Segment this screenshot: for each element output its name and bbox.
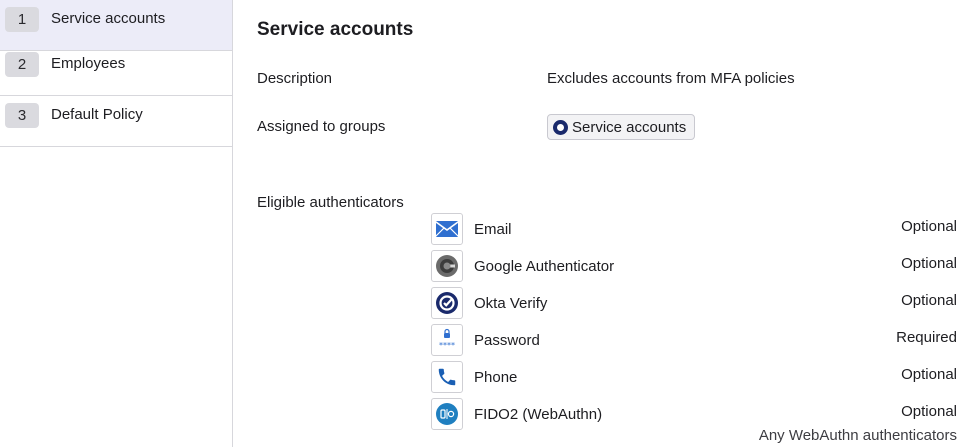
description-label: Description [257, 70, 333, 87]
fido2-note: Any WebAuthn authenticators [758, 427, 957, 444]
authenticator-name: Password [474, 332, 540, 349]
authenticator-status: Optional [901, 403, 957, 420]
okta-verify-icon [431, 287, 463, 319]
authenticator-status: Required [896, 329, 957, 346]
sidebar-item-label: Employees [51, 55, 126, 72]
authenticator-row-phone: Phone Optional [431, 361, 966, 395]
authenticator-status: Optional [901, 292, 957, 309]
policy-sidebar: 1 Service accounts 2 Employees 3 Default… [0, 0, 233, 447]
sidebar-item-default-policy[interactable]: 3 Default Policy [0, 96, 232, 147]
policy-priority-badge: 2 [5, 52, 39, 77]
password-icon: **** [431, 324, 463, 356]
authenticator-name: FIDO2 (WebAuthn) [474, 406, 603, 423]
page-title: Service accounts [257, 19, 414, 40]
authenticator-row-google-authenticator: Google Authenticator Optional [431, 250, 966, 284]
groups-label: Assigned to groups [257, 118, 386, 135]
app-root: 1 Service accounts 2 Employees 3 Default… [0, 0, 966, 447]
authenticator-row-email: Email Optional [431, 213, 966, 247]
fido2-icon [431, 398, 463, 430]
phone-icon [431, 361, 463, 393]
authenticator-name: Phone [474, 369, 518, 386]
authenticator-row-password: **** Password Required [431, 324, 966, 358]
svg-text:****: **** [439, 341, 455, 350]
group-chip[interactable]: Service accounts [547, 114, 696, 140]
authenticators-label: Eligible authenticators [257, 194, 404, 211]
google-authenticator-icon [431, 250, 463, 282]
authenticator-status: Optional [901, 255, 957, 272]
description-value: Excludes accounts from MFA policies [547, 70, 795, 87]
authenticator-name: Email [474, 221, 512, 238]
email-icon [431, 213, 463, 245]
authenticator-status: Optional [901, 218, 957, 235]
authenticator-row-okta-verify: Okta Verify Optional [431, 287, 966, 321]
sidebar-item-service-accounts[interactable]: 1 Service accounts [0, 0, 232, 51]
sidebar-item-label: Default Policy [51, 106, 143, 123]
policy-detail-panel: Service accounts Description Excludes ac… [233, 0, 966, 447]
authenticator-name: Google Authenticator [474, 258, 615, 275]
sidebar-item-employees[interactable]: 2 Employees [0, 45, 232, 96]
policy-priority-badge: 1 [5, 7, 39, 32]
policy-priority-badge: 3 [5, 103, 39, 128]
group-chip-label: Service accounts [572, 118, 687, 136]
authenticator-name: Okta Verify [474, 295, 548, 312]
group-icon [553, 119, 568, 135]
sidebar-item-label: Service accounts [51, 10, 166, 27]
authenticator-status: Optional [901, 366, 957, 383]
